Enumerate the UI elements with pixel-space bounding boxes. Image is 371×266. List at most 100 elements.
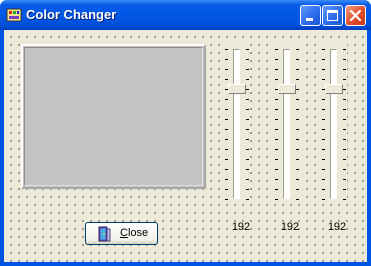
maximize-button[interactable] bbox=[322, 5, 343, 26]
slider-tick-right bbox=[343, 189, 346, 190]
slider-tick-left bbox=[225, 69, 228, 70]
slider-tick-right bbox=[296, 119, 299, 120]
slider-tick-right bbox=[296, 159, 299, 160]
title-bar[interactable]: Color Changer bbox=[0, 0, 371, 30]
slider-tick-right bbox=[246, 189, 249, 190]
slider-tick-right bbox=[296, 109, 299, 110]
slider-tick-left bbox=[225, 49, 228, 50]
slider-tick-right bbox=[343, 169, 346, 170]
color-preview-fill bbox=[24, 47, 203, 186]
slider-tick-left bbox=[322, 189, 325, 190]
slider-tick-left bbox=[275, 109, 278, 110]
slider-tick-left bbox=[275, 99, 278, 100]
minimize-icon bbox=[306, 18, 313, 21]
slider-tick-left bbox=[225, 79, 228, 80]
slider-tick-left bbox=[275, 79, 278, 80]
slider-tick-right bbox=[343, 159, 346, 160]
slider-tick-left bbox=[322, 149, 325, 150]
window-title: Color Changer bbox=[26, 7, 117, 22]
slider-tick-right bbox=[246, 199, 249, 200]
slider-tick-right bbox=[296, 89, 299, 90]
slider-tick-left bbox=[275, 139, 278, 140]
slider-tick-right bbox=[343, 59, 346, 60]
slider-tick-right bbox=[296, 199, 299, 200]
minimize-button[interactable] bbox=[300, 5, 321, 26]
slider-tick-right bbox=[246, 59, 249, 60]
slider-tick-left bbox=[322, 169, 325, 170]
slider-tick-right bbox=[296, 179, 299, 180]
slider-tick-left bbox=[322, 179, 325, 180]
slider-tick-left bbox=[225, 199, 228, 200]
slider-tick-left bbox=[225, 179, 228, 180]
slider-tick-left bbox=[322, 109, 325, 110]
slider-tick-left bbox=[322, 129, 325, 130]
slider-tick-left bbox=[225, 129, 228, 130]
slider-tick-right bbox=[296, 59, 299, 60]
green-slider[interactable] bbox=[274, 44, 300, 204]
slider-tick-left bbox=[275, 189, 278, 190]
slider-tick-right bbox=[296, 129, 299, 130]
slider-tick-left bbox=[322, 79, 325, 80]
slider-tick-right bbox=[246, 149, 249, 150]
slider-tick-right bbox=[296, 79, 299, 80]
slider-thumb[interactable] bbox=[325, 83, 343, 94]
close-icon bbox=[349, 9, 362, 22]
red-value-label: 192 bbox=[231, 221, 251, 233]
slider-tick-right bbox=[246, 179, 249, 180]
slider-tick-right bbox=[343, 119, 346, 120]
slider-tick-left bbox=[225, 169, 228, 170]
slider-tick-right bbox=[343, 129, 346, 130]
slider-tick-right bbox=[343, 179, 346, 180]
slider-tick-right bbox=[246, 119, 249, 120]
close-button[interactable]: Close bbox=[85, 222, 158, 245]
slider-tick-right bbox=[246, 159, 249, 160]
slider-tick-left bbox=[275, 59, 278, 60]
form-client-area: 192 192 192 Close bbox=[4, 30, 367, 262]
slider-tick-right bbox=[296, 49, 299, 50]
slider-tick-right bbox=[246, 109, 249, 110]
slider-tick-left bbox=[275, 69, 278, 70]
slider-tick-right bbox=[296, 69, 299, 70]
app-icon[interactable] bbox=[6, 7, 22, 23]
slider-tick-right bbox=[343, 149, 346, 150]
slider-tick-left bbox=[322, 49, 325, 50]
slider-tick-right bbox=[246, 129, 249, 130]
slider-tick-right bbox=[246, 169, 249, 170]
slider-tick-right bbox=[296, 99, 299, 100]
slider-tick-left bbox=[322, 99, 325, 100]
close-button-label: Close bbox=[120, 227, 149, 239]
slider-thumb[interactable] bbox=[278, 83, 296, 94]
color-preview-panel bbox=[21, 44, 206, 189]
slider-tick-left bbox=[275, 119, 278, 120]
slider-tick-left bbox=[275, 129, 278, 130]
slider-tick-left bbox=[322, 199, 325, 200]
slider-tick-left bbox=[225, 159, 228, 160]
slider-tick-left bbox=[322, 139, 325, 140]
slider-tick-left bbox=[275, 169, 278, 170]
slider-tick-right bbox=[246, 79, 249, 80]
slider-tick-left bbox=[322, 119, 325, 120]
slider-tick-right bbox=[296, 149, 299, 150]
slider-track bbox=[283, 49, 290, 199]
slider-tick-left bbox=[225, 119, 228, 120]
slider-tick-left bbox=[322, 69, 325, 70]
slider-tick-right bbox=[343, 99, 346, 100]
slider-tick-left bbox=[275, 179, 278, 180]
slider-tick-left bbox=[275, 49, 278, 50]
slider-tick-right bbox=[343, 199, 346, 200]
slider-thumb[interactable] bbox=[228, 83, 246, 94]
slider-tick-right bbox=[246, 99, 249, 100]
close-window-button[interactable] bbox=[345, 5, 366, 26]
slider-tick-right bbox=[343, 89, 346, 90]
slider-tick-left bbox=[225, 149, 228, 150]
slider-tick-right bbox=[246, 49, 249, 50]
slider-tick-left bbox=[225, 139, 228, 140]
slider-tick-right bbox=[246, 69, 249, 70]
door-exit-icon bbox=[98, 226, 111, 242]
blue-slider[interactable] bbox=[321, 44, 347, 204]
slider-tick-right bbox=[343, 139, 346, 140]
maximize-icon bbox=[327, 10, 338, 21]
red-slider[interactable] bbox=[224, 44, 250, 204]
slider-track bbox=[233, 49, 240, 199]
blue-value-label: 192 bbox=[327, 221, 347, 233]
